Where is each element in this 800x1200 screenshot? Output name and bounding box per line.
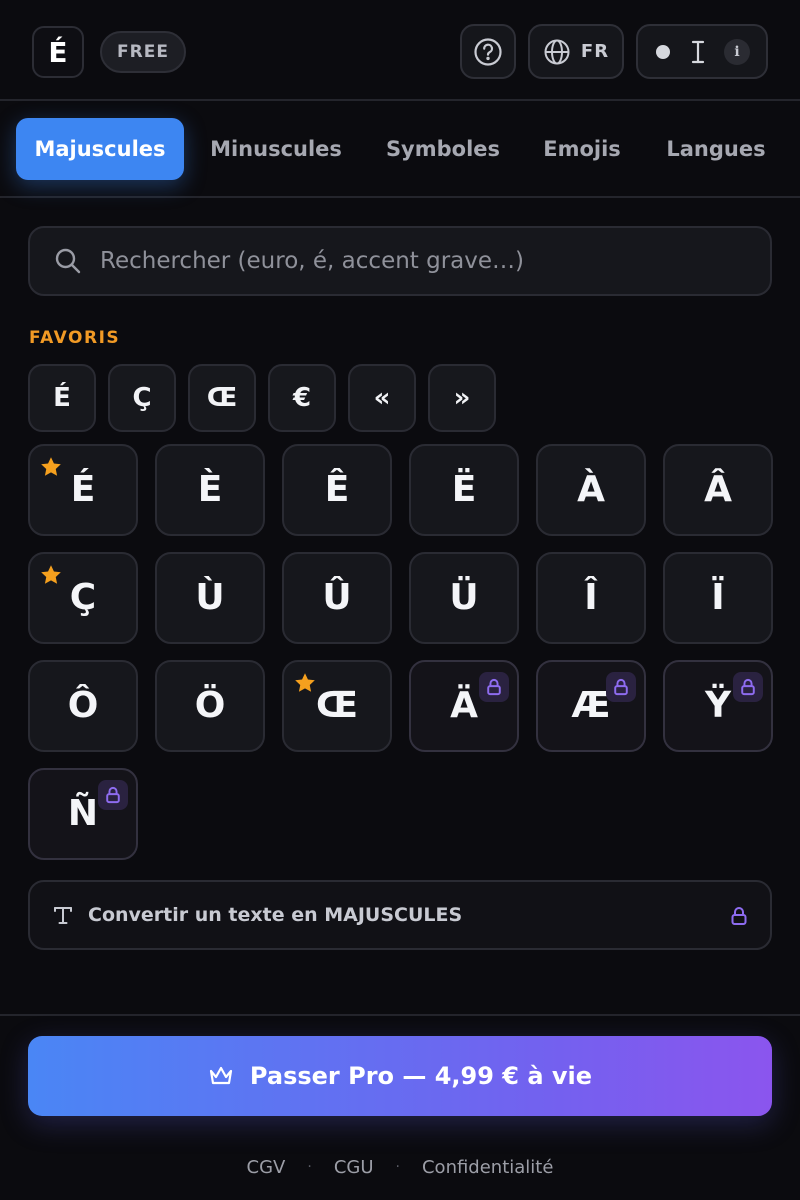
favorite-chip[interactable]: Œ — [188, 364, 256, 432]
character-key[interactable]: È — [155, 444, 265, 536]
tab-minuscules[interactable]: Minuscules — [196, 118, 356, 180]
character-glyph: Â — [704, 469, 732, 510]
character-glyph: Æ — [571, 685, 611, 726]
dot-icon — [656, 44, 670, 59]
tab-emojis[interactable]: Emojis — [530, 118, 634, 180]
character-key[interactable]: Ö — [155, 660, 265, 752]
star-icon — [39, 455, 63, 483]
character-key[interactable]: Ù — [155, 552, 265, 644]
favorite-chip[interactable]: » — [428, 364, 496, 432]
character-key[interactable]: Ç — [28, 552, 138, 644]
character-key[interactable]: Ä — [409, 660, 519, 752]
search-bar[interactable] — [28, 226, 772, 296]
footer-links: CGV · CGU · Confidentialité — [0, 1154, 800, 1180]
character-key[interactable]: Â — [663, 444, 773, 536]
character-key[interactable]: Ñ — [28, 768, 138, 860]
footer-separator: · — [395, 1159, 400, 1175]
character-glyph: À — [577, 469, 605, 510]
globe-icon — [544, 39, 570, 64]
character-key[interactable]: Æ — [536, 660, 646, 752]
search-icon — [55, 248, 81, 274]
character-glyph: Ù — [195, 577, 225, 618]
character-glyph: Ä — [450, 685, 478, 726]
character-glyph: Ö — [194, 685, 226, 726]
footer-separator: · — [307, 1159, 312, 1175]
character-key[interactable]: Ô — [28, 660, 138, 752]
info-icon[interactable]: i — [724, 38, 750, 65]
character-key[interactable]: Ü — [409, 552, 519, 644]
favorite-chip[interactable]: Ç — [108, 364, 176, 432]
crown-icon — [209, 1066, 233, 1085]
star-icon — [39, 563, 63, 591]
help-button[interactable] — [460, 24, 516, 79]
character-glyph: Ÿ — [704, 685, 732, 726]
character-key[interactable]: À — [536, 444, 646, 536]
character-glyph: Ç — [69, 577, 97, 618]
text-cursor-icon — [691, 40, 705, 63]
upgrade-pro-label: Passer Pro — 4,99 € à vie — [249, 1062, 593, 1090]
tab-symboles[interactable]: Symboles — [372, 118, 514, 180]
character-key[interactable]: Û — [282, 552, 392, 644]
footer-link-cgu[interactable]: CGU — [334, 1157, 374, 1178]
upgrade-pro-button[interactable]: Passer Pro — 4,99 € à vie — [28, 1036, 772, 1116]
category-tabs: Majuscules Minuscules Symboles Emojis La… — [0, 103, 800, 198]
character-glyph: Œ — [315, 685, 358, 726]
character-glyph: Ü — [449, 577, 479, 618]
character-glyph: Ë — [451, 469, 477, 510]
character-glyph: Ô — [67, 685, 99, 726]
character-glyph: Ï — [711, 577, 725, 618]
character-key[interactable]: Ê — [282, 444, 392, 536]
character-key[interactable]: É — [28, 444, 138, 536]
character-glyph: Ê — [324, 469, 350, 510]
language-button[interactable]: FR — [528, 24, 624, 79]
lock-icon — [731, 907, 747, 925]
footer-link-privacy[interactable]: Confidentialité — [422, 1157, 553, 1178]
character-glyph: Ñ — [67, 793, 99, 834]
character-glyph: Î — [584, 577, 598, 618]
plan-badge: FREE — [100, 31, 186, 73]
tab-langues[interactable]: Langues — [652, 118, 780, 180]
tab-majuscules[interactable]: Majuscules — [16, 118, 184, 180]
font-toggle[interactable]: i — [636, 24, 768, 79]
lock-icon — [733, 672, 763, 702]
question-circle-icon — [474, 37, 502, 66]
favorite-chip[interactable]: € — [268, 364, 336, 432]
lock-icon — [606, 672, 636, 702]
language-code: FR — [580, 41, 610, 62]
convert-uppercase-button[interactable]: Convertir un texte en MAJUSCULES — [28, 880, 772, 950]
app-logo: É — [32, 26, 84, 78]
star-icon — [293, 671, 317, 699]
character-key[interactable]: Œ — [282, 660, 392, 752]
lock-icon — [98, 780, 128, 810]
text-icon — [54, 907, 72, 924]
favorite-chip[interactable]: « — [348, 364, 416, 432]
favorites-heading: FAVORIS — [29, 328, 121, 348]
convert-label: Convertir un texte en MAJUSCULES — [88, 904, 463, 926]
app-header: É FREE FR i — [0, 0, 800, 101]
footer-divider — [0, 1014, 800, 1016]
character-key[interactable]: Î — [536, 552, 646, 644]
lock-icon — [479, 672, 509, 702]
character-glyph: Û — [322, 577, 352, 618]
character-key[interactable]: Ÿ — [663, 660, 773, 752]
character-key[interactable]: Ï — [663, 552, 773, 644]
character-key[interactable]: Ë — [409, 444, 519, 536]
footer-link-cgv[interactable]: CGV — [247, 1157, 286, 1178]
character-glyph: É — [70, 469, 96, 510]
character-glyph: È — [197, 469, 223, 510]
search-input[interactable] — [100, 241, 770, 281]
favorite-chip[interactable]: É — [28, 364, 96, 432]
